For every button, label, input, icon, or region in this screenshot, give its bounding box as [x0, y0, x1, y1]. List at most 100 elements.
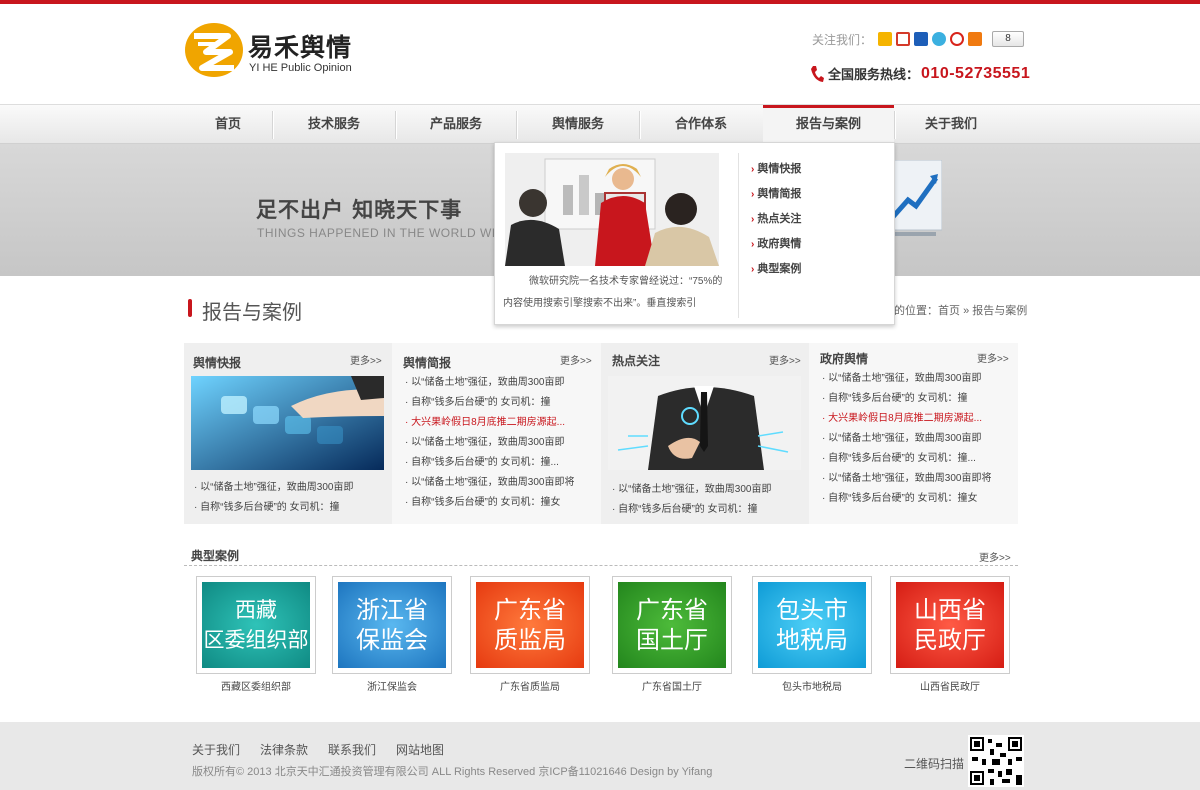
sina-weibo-icon[interactable] — [878, 32, 893, 46]
breadcrumb: 的位置：首页 » 报告与案例 — [894, 302, 1027, 318]
case-caption: 广东省国土厅 — [642, 682, 702, 693]
breadcrumb-current[interactable]: 报告与案例 — [972, 305, 1027, 317]
list-item[interactable]: · 自称“钱多后台硬”的 女司机：撞 — [612, 500, 771, 520]
dropdown-link-label: 舆情简报 — [757, 188, 802, 200]
meeting-photo[interactable] — [505, 153, 719, 266]
follow-label: 关注我们： — [812, 32, 873, 47]
more-link[interactable]: 更多>> — [350, 352, 382, 367]
footer-link-sitemap[interactable]: 网站地图 — [396, 741, 444, 758]
dropdown-description: 微软研究院一名技术专家曾经说过：“75%的内容使用搜索引擎搜索不出来”。垂直搜索… — [503, 276, 723, 309]
case-card[interactable]: 浙江省 保监会 浙江保监会 — [332, 576, 452, 693]
list-item[interactable]: · 以“储备土地”强征，致曲周300亩即 — [194, 478, 353, 498]
column-list: · 以“储备土地”强征，致曲周300亩即 · 自称“钱多后台硬”的 女司机：撞 … — [405, 373, 574, 513]
case-caption: 包头市地税局 — [782, 682, 842, 693]
list-item-hot[interactable]: · 大兴果岭假日8月底推二期房源起... — [822, 409, 991, 429]
case-card[interactable]: 山西省 民政厅 山西省民政厅 — [890, 576, 1010, 693]
dropdown-link-cases[interactable]: › 典型案例 — [751, 257, 801, 282]
list-item[interactable]: · 以“储备土地”强征，致曲周300亩即 — [612, 480, 771, 500]
title-accent — [188, 299, 192, 317]
nav-product-services[interactable]: 产品服务 — [396, 105, 516, 144]
chevron-right-icon: › — [751, 214, 755, 225]
share-count[interactable]: 8 — [992, 31, 1025, 47]
site-footer: 关于我们 法律条款 联系我们 网站地图 版权所有© 2013 北京天中汇通投资管… — [0, 722, 1200, 790]
case-frame: 山西省 民政厅 — [890, 576, 1010, 674]
nav-partnership[interactable]: 合作体系 — [640, 105, 762, 144]
qzone-icon[interactable] — [932, 32, 947, 46]
list-item[interactable]: · 自称“钱多后台硬”的 女司机：撞... — [822, 449, 991, 469]
report-columns: 舆情快报 更多>> · 以“储备土地”强征，致曲周300亩即 · 自称“钱多后台… — [184, 343, 1018, 524]
breadcrumb-separator: » — [963, 305, 970, 317]
dropdown-link-news-flash[interactable]: › 舆情快报 — [751, 157, 801, 182]
cases-more-link[interactable]: 更多>> — [979, 549, 1011, 564]
logo-name[interactable]: 易禾舆情 — [248, 28, 352, 64]
list-item[interactable]: · 以“储备土地”强征，致曲周300亩即 — [822, 369, 991, 389]
list-item[interactable]: · 自称“钱多后台硬”的 女司机：撞女 — [822, 489, 991, 509]
column-hot-topics: 热点关注 更多>> · 以“储备土地”强征，致曲周300亩即 · 自称“钱多后台… — [601, 343, 809, 524]
dropdown-link-briefing[interactable]: › 舆情简报 — [751, 182, 801, 207]
column-title: 热点关注 — [612, 354, 661, 368]
qr-code-icon — [968, 735, 1024, 787]
list-item[interactable]: · 自称“钱多后台硬”的 女司机：撞 — [405, 393, 574, 413]
businessman-image[interactable] — [608, 376, 801, 470]
case-card[interactable]: 广东省 国土厅 广东省国土厅 — [612, 576, 732, 693]
nav-tech-services[interactable]: 技术服务 — [273, 105, 395, 144]
phone-icon — [811, 65, 824, 82]
list-item-hot[interactable]: · 大兴果岭假日8月底推二期房源起... — [405, 413, 574, 433]
nav-about[interactable]: 关于我们 — [895, 105, 1007, 144]
list-item[interactable]: · 以“储备土地”强征，致曲周300亩即 — [405, 433, 574, 453]
case-tile: 西藏 区委组织部 — [202, 582, 310, 668]
banner-subtitle: THINGS HAPPENED IN THE WORLD WITH — [257, 226, 513, 240]
follow-us: 关注我们： 8 — [812, 30, 1025, 48]
list-item[interactable]: · 自称“钱多后台硬”的 女司机：撞 — [194, 498, 353, 518]
copyright: 版权所有© 2013 北京天中汇通投资管理有限公司 ALL Rights Res… — [192, 766, 713, 778]
case-tile-line1: 西藏 — [235, 598, 277, 622]
list-item[interactable]: · 以“储备土地”强征，致曲周300亩即将 — [822, 469, 991, 489]
case-frame: 西藏 区委组织部 — [196, 576, 316, 674]
more-share-icon[interactable] — [968, 32, 983, 46]
logo-icon[interactable] — [184, 22, 244, 78]
netease-icon[interactable] — [950, 32, 965, 46]
more-link[interactable]: 更多>> — [769, 352, 801, 367]
service-hotline: 全国服务热线： 010-52735551 — [810, 64, 1030, 83]
chevron-right-icon: › — [751, 189, 755, 200]
list-item[interactable]: · 以“储备土地”强征，致曲周300亩即 — [405, 373, 574, 393]
column-government: 政府舆情 更多>> · 以“储备土地”强征，致曲周300亩即 · 自称“钱多后台… — [809, 343, 1018, 524]
more-link[interactable]: 更多>> — [977, 350, 1009, 365]
footer-link-legal[interactable]: 法律条款 — [260, 741, 308, 758]
case-tile-line2: 区委组织部 — [203, 628, 309, 652]
cases-title: 典型案例 — [191, 549, 240, 563]
list-item[interactable]: · 自称“钱多后台硬”的 女司机：撞女 — [405, 493, 574, 513]
case-tile-line2: 质监局 — [494, 626, 566, 654]
nav-opinion-services[interactable]: 舆情服务 — [517, 105, 639, 144]
case-tile: 广东省 国土厅 — [618, 582, 726, 668]
dropdown-link-label: 舆情快报 — [757, 163, 802, 175]
footer-link-about[interactable]: 关于我们 — [192, 741, 240, 758]
dropdown-link-label: 典型案例 — [757, 263, 802, 275]
tencent-weibo-icon[interactable] — [896, 32, 911, 46]
site-header: 易禾舆情 YI HE Public Opinion 关注我们： 8 全国服务热线… — [0, 4, 1200, 104]
column-list: · 以“储备土地”强征，致曲周300亩即 · 自称“钱多后台硬”的 女司机：撞 … — [822, 369, 991, 509]
case-card[interactable]: 西藏 区委组织部 西藏区委组织部 — [196, 576, 316, 693]
reports-dropdown-menu: 微软研究院一名技术专家曾经说过：“75%的内容使用搜索引擎搜索不出来”。垂直搜索… — [494, 142, 895, 325]
case-card[interactable]: 广东省 质监局 广东省质监局 — [470, 576, 590, 693]
list-item[interactable]: · 以“储备土地”强征，致曲周300亩即将 — [405, 473, 574, 493]
case-card[interactable]: 包头市 地税局 包头市地税局 — [752, 576, 872, 693]
case-caption: 山西省民政厅 — [920, 682, 980, 693]
renren-icon[interactable] — [914, 32, 929, 46]
nav-reports-cases[interactable]: 报告与案例 — [763, 105, 894, 144]
nav-home[interactable]: 首页 — [184, 105, 272, 144]
list-item[interactable]: · 自称“钱多后台硬”的 女司机：撞... — [405, 453, 574, 473]
touchscreen-image[interactable] — [191, 376, 384, 470]
dropdown-link-label: 政府舆情 — [757, 238, 802, 250]
list-item[interactable]: · 以“储备土地”强征，致曲周300亩即 — [822, 429, 991, 449]
logo-tagline: YI HE Public Opinion — [249, 62, 352, 74]
case-tile-line1: 山西省 — [914, 596, 986, 624]
footer-link-contact[interactable]: 联系我们 — [328, 741, 376, 758]
more-link[interactable]: 更多>> — [560, 352, 592, 367]
case-tile-line2: 地税局 — [776, 626, 848, 654]
dropdown-link-hot-topics[interactable]: › 热点关注 — [751, 207, 801, 232]
list-item[interactable]: · 自称“钱多后台硬”的 女司机：撞 — [822, 389, 991, 409]
breadcrumb-home[interactable]: 首页 — [938, 305, 960, 317]
dropdown-link-government[interactable]: › 政府舆情 — [751, 232, 801, 257]
column-title: 政府舆情 — [820, 352, 869, 366]
